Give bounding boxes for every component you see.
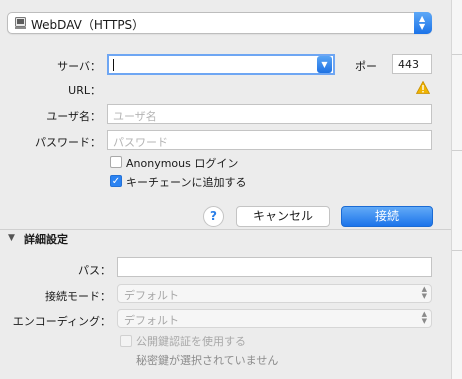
private-key-status: 秘密鍵が選択されていません <box>136 354 279 367</box>
anonymous-label: Anonymous ログイン <box>126 157 239 170</box>
warning-icon[interactable] <box>416 81 430 94</box>
adjacent-panel-edge <box>451 0 462 379</box>
username-label: ユーザ名： <box>46 110 101 123</box>
keychain-checkbox[interactable]: ✓ <box>110 175 122 187</box>
username-input[interactable]: ユーザ名 <box>107 104 432 124</box>
keychain-label: キーチェーンに追加する <box>126 176 247 189</box>
updown-icon: ▲ ▼ <box>421 310 427 325</box>
updown-icon[interactable]: ▲ ▼ <box>414 12 432 34</box>
text-caret <box>113 59 114 71</box>
password-label: パスワード： <box>35 136 101 149</box>
updown-icon: ▲ ▼ <box>421 285 427 300</box>
section-divider <box>0 229 451 230</box>
connection-type-popup[interactable]: WebDAV（HTTPS） ▲ ▼ <box>7 12 432 34</box>
url-label: URL： <box>68 84 101 97</box>
password-input[interactable]: パスワード <box>107 130 432 150</box>
anonymous-checkbox[interactable] <box>110 156 122 168</box>
encoding-label: エンコーディング： <box>12 315 111 328</box>
path-input[interactable] <box>117 257 432 277</box>
path-label: パス： <box>78 264 111 277</box>
help-button[interactable]: ? <box>203 206 224 227</box>
connect-mode-label: 接続モード： <box>45 290 111 303</box>
connect-button[interactable]: 接続 <box>341 206 433 227</box>
cancel-button[interactable]: キャンセル <box>236 206 330 227</box>
drive-icon <box>15 17 26 29</box>
port-input[interactable]: 443 <box>392 54 432 74</box>
server-input[interactable] <box>107 54 335 75</box>
public-key-checkbox[interactable] <box>120 335 132 347</box>
encoding-select[interactable]: デフォルト ▲ ▼ <box>117 309 432 328</box>
connect-mode-select[interactable]: デフォルト ▲ ▼ <box>117 284 432 303</box>
connection-type-label: WebDAV（HTTPS） <box>31 18 145 32</box>
advanced-settings-title[interactable]: 詳細設定 <box>24 231 68 247</box>
port-label: ポー <box>355 60 377 73</box>
server-history-dropdown-icon[interactable]: ▼ <box>317 56 332 73</box>
public-key-label: 公開鍵認証を使用する <box>136 335 246 348</box>
disclosure-triangle-icon[interactable]: ▼ <box>8 233 15 243</box>
server-label: サーバ： <box>57 60 101 73</box>
